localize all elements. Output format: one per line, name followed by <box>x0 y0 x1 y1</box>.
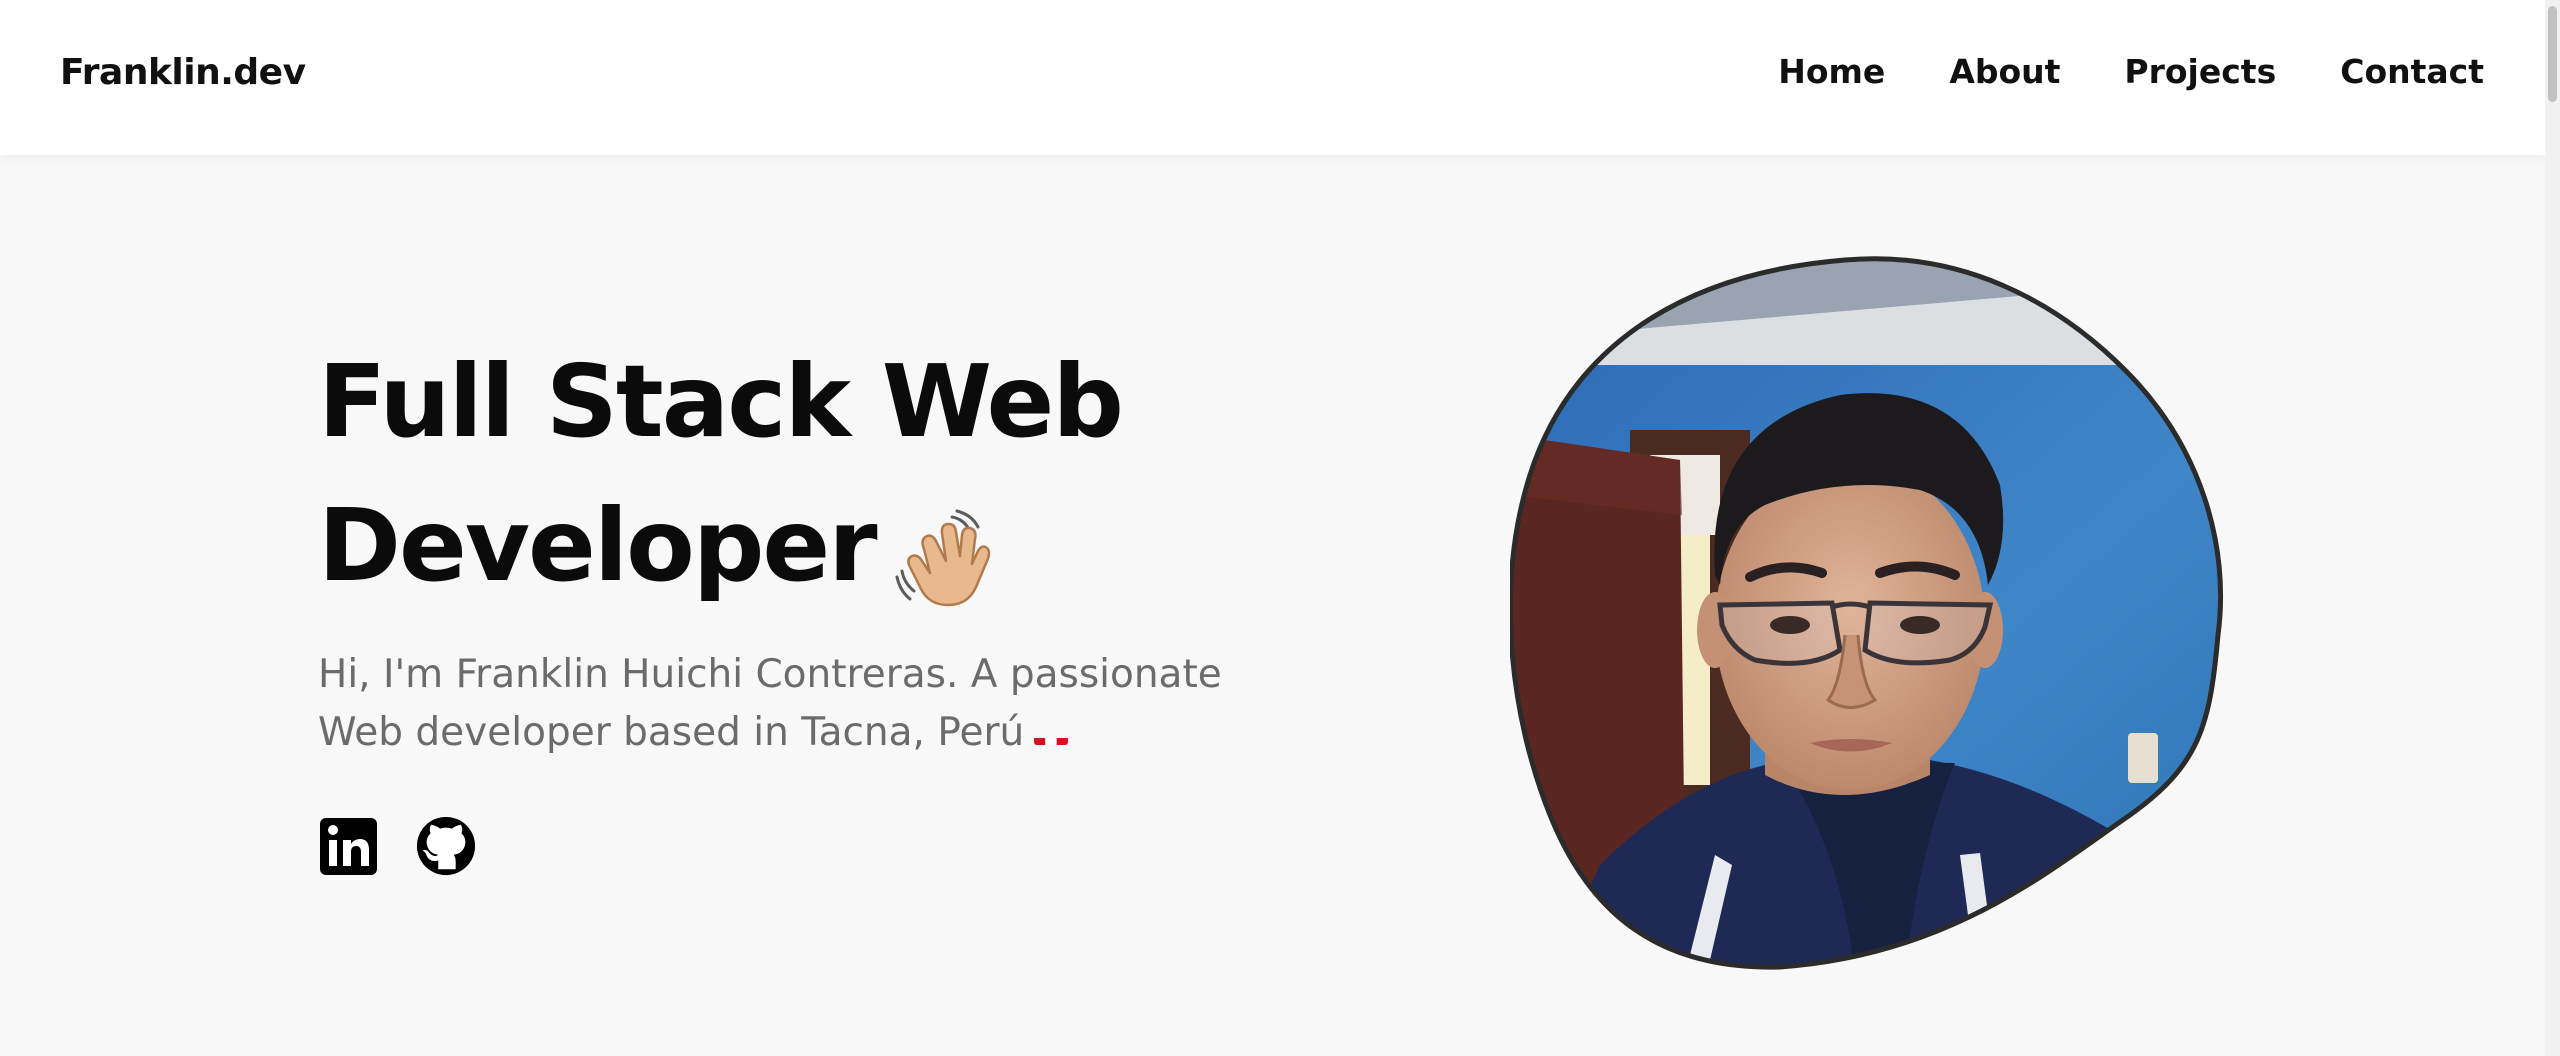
hero-title-line-2-wrap: Developer <box>318 474 1378 618</box>
hero-intro: Full Stack Web Developer Hi, I'm Frankli… <box>318 330 1378 876</box>
hero-title: Full Stack Web Developer <box>318 330 1378 618</box>
hero-title-line-1: Full Stack Web <box>318 343 1124 460</box>
linkedin-link[interactable] <box>318 815 380 877</box>
top-navbar: Franklin.dev Home About Projects Contact <box>0 0 2545 155</box>
portfolio-page: Franklin.dev Home About Projects Contact… <box>0 0 2560 1056</box>
hero-title-line-2: Developer <box>318 487 878 604</box>
nav-about-link[interactable]: About <box>1949 52 2060 91</box>
linkedin-icon <box>320 818 377 875</box>
github-icon <box>416 816 476 876</box>
nav-home-link[interactable]: Home <box>1778 52 1885 91</box>
peru-flag-icon <box>1034 721 1069 745</box>
scrollbar-thumb[interactable] <box>2548 6 2557 102</box>
nav-projects-link[interactable]: Projects <box>2124 52 2276 91</box>
github-link[interactable] <box>415 815 477 877</box>
profile-photo <box>1507 255 2226 973</box>
main-nav: Home About Projects Contact <box>1778 52 2484 91</box>
page-scrollbar[interactable] <box>2545 0 2560 1056</box>
nav-contact-link[interactable]: Contact <box>2340 52 2484 91</box>
waving-hand-icon <box>894 503 994 606</box>
hero-subtitle: Hi, I'm Franklin Huichi Contreras. A pas… <box>318 646 1318 762</box>
hero-subtitle-text: Hi, I'm Franklin Huichi Contreras. A pas… <box>318 652 1222 755</box>
brand-logo[interactable]: Franklin.dev <box>60 52 306 93</box>
social-links <box>318 815 477 877</box>
